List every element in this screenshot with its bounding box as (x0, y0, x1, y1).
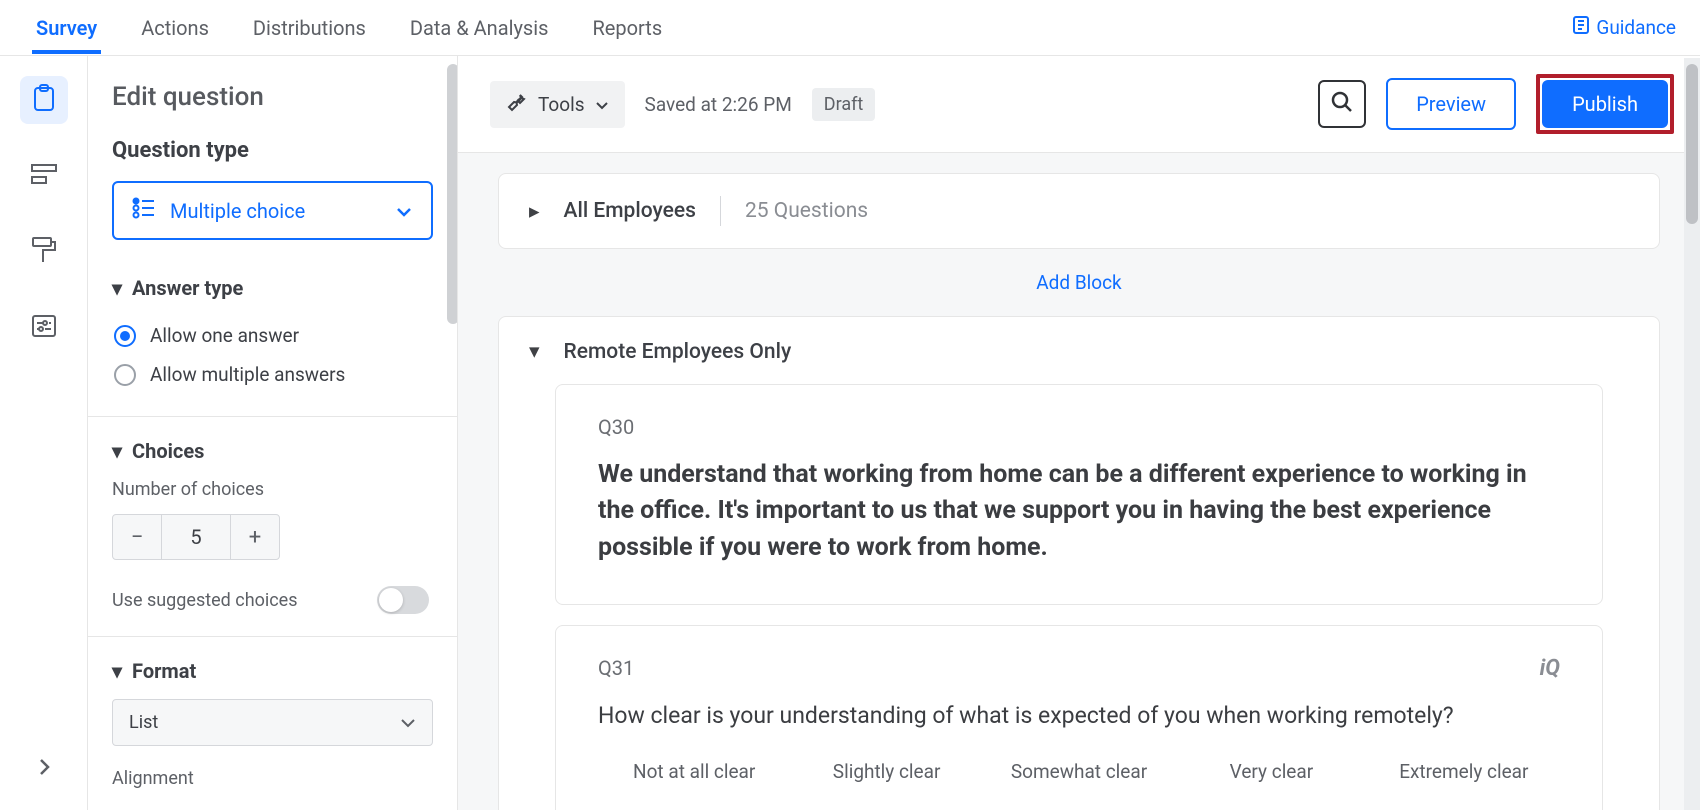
likert-option[interactable]: Not at all clear (598, 760, 790, 783)
likert-option[interactable]: Slightly clear (790, 760, 982, 783)
block-remote-employees[interactable]: ▾ Remote Employees Only Q30 We understan… (498, 316, 1660, 810)
wrench-icon (506, 91, 528, 118)
likert-option[interactable]: Somewhat clear (983, 760, 1175, 783)
question-id: Q31 (598, 656, 634, 680)
radio-checked-icon (114, 325, 136, 347)
edit-question-panel: Edit question Question type Multiple cho… (88, 56, 458, 810)
top-nav-tabs: Survey Actions Distributions Data & Anal… (12, 2, 666, 54)
question-id: Q30 (598, 415, 1560, 439)
question-type-select[interactable]: Multiple choice (112, 181, 433, 240)
caret-down-icon: ▾ (112, 659, 122, 683)
rail-options-button[interactable] (20, 304, 68, 352)
block-question-count: 25 Questions (745, 199, 868, 223)
question-text: How clear is your understanding of what … (598, 699, 1560, 732)
rail-flow-button[interactable] (20, 152, 68, 200)
search-icon (1330, 90, 1354, 118)
caret-down-icon: ▾ (112, 439, 122, 463)
paint-roller-icon (31, 236, 57, 268)
format-section-toggle[interactable]: ▾ Format (112, 659, 433, 683)
chevron-down-icon (395, 199, 413, 223)
sliders-icon (31, 314, 57, 342)
saved-timestamp: Saved at 2:26 PM (645, 93, 792, 116)
answer-type-heading: Answer type (132, 276, 243, 300)
question-q31[interactable]: Q31 iQ How clear is your understanding o… (555, 625, 1603, 810)
preview-button[interactable]: Preview (1386, 78, 1516, 130)
publish-button[interactable]: Publish (1542, 80, 1668, 128)
question-type-heading: Question type (112, 138, 433, 163)
canvas-body: ▸ All Employees 25 Questions Add Block ▾… (458, 153, 1700, 810)
tab-reports[interactable]: Reports (588, 2, 666, 54)
format-heading: Format (132, 659, 196, 683)
format-value: List (129, 712, 158, 733)
radio-allow-one-answer[interactable]: Allow one answer (112, 316, 433, 355)
draft-badge: Draft (812, 88, 876, 121)
left-rail (0, 56, 88, 810)
caret-down-icon: ▾ (112, 276, 122, 300)
page-scrollbar[interactable] (1684, 58, 1700, 810)
tools-label: Tools (538, 93, 585, 116)
panel-scrollbar[interactable] (447, 64, 458, 324)
canvas-toolbar: Tools Saved at 2:26 PM Draft Preview Pub… (458, 56, 1700, 153)
radio-unchecked-icon (114, 364, 136, 386)
question-type-value: Multiple choice (170, 199, 305, 223)
radio-allow-multiple-answers[interactable]: Allow multiple answers (112, 355, 433, 394)
rail-look-feel-button[interactable] (20, 228, 68, 276)
radio-label: Allow multiple answers (150, 363, 345, 386)
caret-right-icon[interactable]: ▸ (529, 199, 540, 224)
likert-option[interactable]: Extremely clear (1368, 760, 1560, 783)
suggested-choices-label: Use suggested choices (112, 590, 298, 611)
tab-distributions[interactable]: Distributions (249, 2, 370, 54)
suggested-choices-toggle[interactable] (377, 586, 429, 614)
likert-option[interactable]: Very clear (1175, 760, 1367, 783)
choices-stepper: − 5 + (112, 514, 280, 560)
question-text: We understand that working from home can… (598, 457, 1560, 566)
flow-icon (30, 163, 58, 189)
tab-actions[interactable]: Actions (137, 2, 213, 54)
choices-increment-button[interactable]: + (231, 515, 279, 559)
multiple-choice-icon (132, 197, 156, 224)
rail-expand-button[interactable] (37, 756, 51, 782)
alignment-label: Alignment (112, 768, 433, 789)
caret-down-icon[interactable]: ▾ (529, 339, 540, 364)
guidance-link[interactable]: Guidance (1572, 15, 1676, 40)
search-button[interactable] (1318, 80, 1366, 128)
format-select[interactable]: List (112, 699, 433, 746)
block-name: Remote Employees Only (564, 340, 792, 364)
block-name: All Employees (564, 199, 696, 223)
choices-count-value: 5 (161, 515, 231, 559)
add-block-button[interactable]: Add Block (498, 249, 1660, 316)
radio-label: Allow one answer (150, 324, 299, 347)
edit-panel-title: Edit question (112, 82, 433, 112)
number-of-choices-label: Number of choices (112, 479, 433, 500)
answer-type-section-toggle[interactable]: ▾ Answer type (112, 276, 433, 300)
page-scrollbar-thumb[interactable] (1686, 64, 1698, 224)
block-all-employees[interactable]: ▸ All Employees 25 Questions (498, 173, 1660, 249)
tab-survey[interactable]: Survey (32, 2, 101, 54)
chevron-down-icon (400, 712, 416, 733)
rail-builder-button[interactable] (20, 76, 68, 124)
choices-section-toggle[interactable]: ▾ Choices (112, 439, 433, 463)
clipboard-icon (31, 84, 57, 116)
survey-canvas: Tools Saved at 2:26 PM Draft Preview Pub… (458, 56, 1700, 810)
likert-scale: Not at all clear Slightly clear Somewhat… (598, 760, 1560, 783)
tools-button[interactable]: Tools (490, 81, 625, 128)
chevron-right-icon (37, 763, 51, 782)
guidance-icon (1572, 15, 1590, 40)
choices-decrement-button[interactable]: − (113, 515, 161, 559)
chevron-down-icon (595, 93, 609, 116)
iq-badge: iQ (1540, 656, 1560, 681)
tab-data-analysis[interactable]: Data & Analysis (406, 2, 553, 54)
choices-heading: Choices (132, 439, 204, 463)
question-q30[interactable]: Q30 We understand that working from home… (555, 384, 1603, 605)
publish-highlight: Publish (1536, 74, 1674, 134)
top-nav: Survey Actions Distributions Data & Anal… (0, 0, 1700, 56)
guidance-label: Guidance (1596, 16, 1676, 39)
